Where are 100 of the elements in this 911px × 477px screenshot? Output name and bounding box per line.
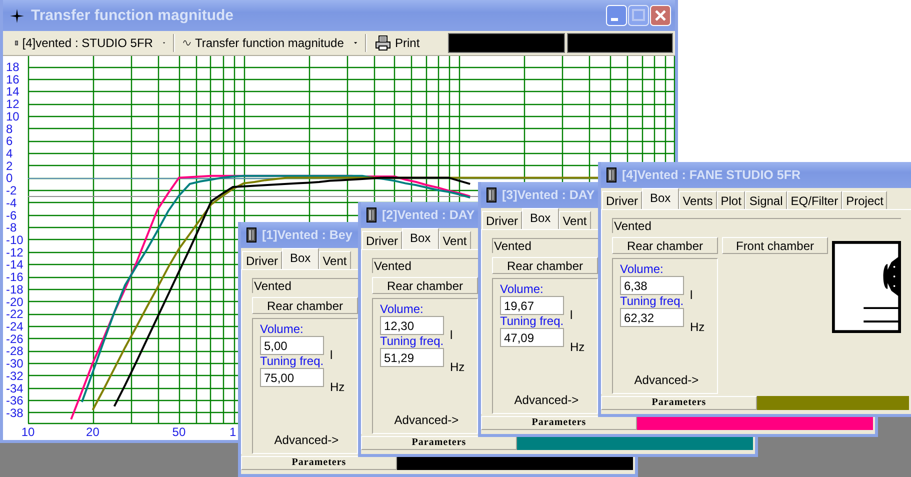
field-label: Volume: [380, 303, 424, 316]
window-title: [4]Vented : FANE STUDIO 5FR [622, 168, 800, 182]
box-type-field: Vented [612, 218, 901, 233]
unit-label: Hz [690, 321, 705, 334]
field-label: Volume: [500, 283, 544, 296]
tab[interactable]: Driver [242, 251, 282, 269]
y-tick-label: 16 [6, 72, 20, 86]
unit-label: Hz [450, 361, 465, 374]
y-tick-label: 18 [6, 60, 20, 74]
y-tick-label: -36 [6, 394, 24, 408]
printer-icon [375, 35, 391, 51]
tab[interactable]: Vents [678, 191, 717, 209]
window-title: Transfer function magnitude [31, 7, 235, 24]
y-tick-label: -26 [6, 332, 24, 346]
tuning-field[interactable]: 47,09 [500, 328, 564, 347]
y-tick-label: -28 [6, 344, 24, 358]
unit-label: l [690, 289, 693, 302]
advanced-link[interactable]: Advanced-> [274, 433, 339, 447]
y-tick-label: -10 [6, 233, 24, 247]
tab[interactable]: Box [642, 188, 679, 209]
chamber-button[interactable]: Rear chamber [612, 237, 718, 254]
unit-label: Hz [570, 341, 585, 354]
y-tick-label: 6 [6, 134, 13, 148]
y-tick-label: -32 [6, 368, 24, 383]
cabinet-icon [606, 167, 617, 183]
y-tick-label: 0 [6, 171, 13, 186]
y-tick-label: -2 [6, 184, 17, 198]
x-tick-label: 10 [21, 425, 35, 439]
cabinet-icon [486, 187, 497, 203]
tab[interactable]: EQ/Filter [786, 191, 842, 209]
x-tick-label: 50 [172, 425, 186, 439]
chamber-button[interactable]: Rear chamber [372, 277, 478, 294]
y-tick-label: -24 [6, 320, 24, 334]
y-tick-label: -12 [6, 245, 24, 260]
tab[interactable]: Plot [716, 191, 746, 209]
y-tick-label: -16 [6, 270, 24, 284]
tab[interactable]: Driver [482, 211, 522, 229]
y-tick-label: -22 [6, 307, 24, 322]
tuning-field[interactable]: 62,32 [620, 308, 684, 327]
parameters-bar: Parameters [481, 416, 873, 430]
chamber-button[interactable]: Rear chamber [252, 297, 358, 314]
window-title: [2]Vented : DAY [382, 208, 475, 222]
advanced-link[interactable]: Advanced-> [394, 413, 459, 427]
y-tick-label: 12 [6, 97, 20, 112]
tab[interactable]: Box [282, 248, 319, 269]
parameters-bar: Parameters [601, 396, 909, 410]
cabinet-icon [366, 207, 377, 223]
tab[interactable]: Project [842, 191, 888, 209]
y-tick-label: -18 [6, 282, 24, 296]
tab[interactable]: Box [522, 208, 559, 229]
cabinet-icon [246, 227, 257, 243]
tuning-field[interactable]: 51,29 [380, 348, 444, 367]
unit-label: l [570, 309, 573, 322]
y-tick-label: 10 [6, 109, 20, 124]
volume-field[interactable]: 5,00 [260, 336, 324, 355]
y-tick-label: -38 [6, 406, 24, 420]
tab[interactable]: Driver [362, 231, 402, 249]
y-tick-label: -14 [6, 258, 24, 272]
maximize-button[interactable] [628, 5, 649, 26]
unit-label: l [330, 349, 333, 362]
window-title: [3]Vented : DAY [502, 188, 595, 202]
tab[interactable]: Signal [745, 191, 787, 209]
project-dropdown[interactable]: [4]vented : STUDIO 5FR [11, 32, 169, 54]
field-label: Tuning freq. [260, 355, 324, 368]
tuning-field[interactable]: 75,00 [260, 368, 324, 387]
y-tick-label: -6 [6, 208, 17, 222]
close-button[interactable] [650, 5, 671, 26]
field-label: Volume: [260, 323, 304, 336]
advanced-link[interactable]: Advanced-> [634, 373, 699, 387]
tab[interactable]: Vent [318, 251, 351, 269]
volume-field[interactable]: 12,30 [380, 316, 444, 335]
x-tick-label: 20 [86, 425, 100, 439]
field-label: Tuning freq. [500, 315, 564, 328]
print-button[interactable]: Print [371, 32, 424, 54]
chamber-button[interactable]: Front chamber [722, 237, 828, 254]
y-tick-label: -4 [6, 196, 17, 210]
tab[interactable]: Vent [438, 231, 471, 249]
window-title: [1]Vented : Bey [262, 228, 352, 242]
volume-field[interactable]: 19,67 [500, 296, 564, 315]
y-tick-label: -34 [6, 381, 24, 396]
parameters-bar: Parameters [241, 456, 633, 470]
minimize-button[interactable] [606, 5, 627, 26]
y-tick-label: 14 [6, 84, 20, 99]
crosshair-icon [9, 8, 25, 24]
unit-label: Hz [330, 381, 345, 394]
caret-icon [354, 41, 357, 45]
y-tick-label: -8 [6, 220, 17, 235]
tab[interactable]: Driver [602, 191, 642, 209]
tab[interactable]: Box [402, 228, 439, 249]
chamber-button[interactable]: Rear chamber [492, 257, 598, 274]
y-tick-label: 4 [6, 146, 13, 160]
view-dropdown[interactable]: Transfer function magnitude [179, 32, 361, 54]
y-tick-label: 2 [6, 158, 13, 173]
tab[interactable]: Vent [558, 211, 591, 229]
field-label: Tuning freq. [620, 295, 684, 308]
advanced-link[interactable]: Advanced-> [514, 393, 579, 407]
x-tick-label: 1 [230, 425, 236, 439]
volume-field[interactable]: 6,38 [620, 276, 684, 295]
parameters-bar: Parameters [361, 436, 753, 450]
y-tick-label: 8 [6, 122, 13, 136]
